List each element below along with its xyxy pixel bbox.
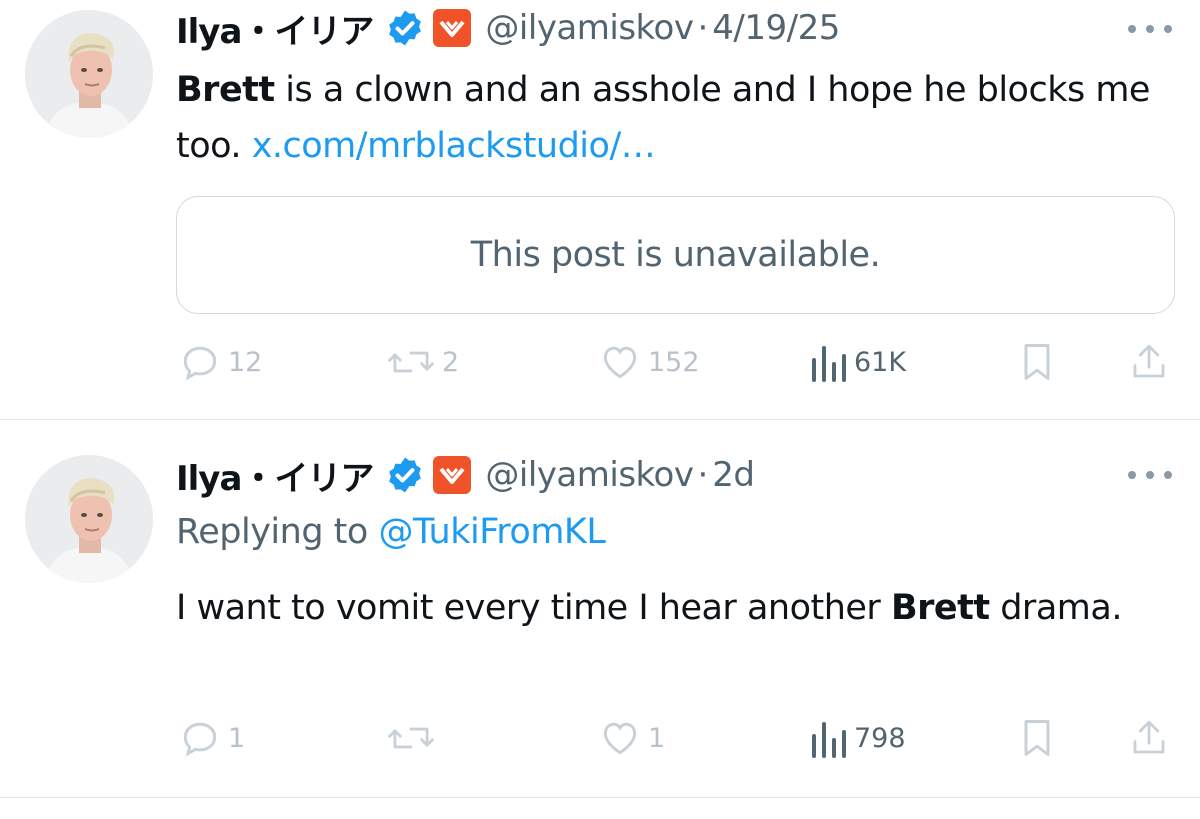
like-count: 1 (648, 722, 666, 754)
views-icon (812, 346, 846, 382)
replying-to-handle[interactable]: @TukiFromKL (378, 512, 605, 552)
views-button[interactable]: 61K (808, 340, 906, 384)
repost-button[interactable] (386, 716, 442, 760)
reply-count: 12 (228, 346, 263, 378)
affiliate-badge-icon[interactable] (433, 456, 472, 494)
share-icon (1133, 720, 1165, 754)
action-bar: 12 2 152 61K (0, 332, 1200, 392)
tweet-text: Brett is a clown and an asshole and I ho… (176, 62, 1156, 174)
action-bar: 1 1 798 (0, 708, 1200, 768)
display-name[interactable]: Ilya・イリア (176, 4, 374, 53)
more-icon[interactable] (1128, 22, 1172, 36)
reply-icon (183, 346, 217, 381)
separator: · (697, 8, 709, 48)
verified-icon[interactable] (385, 8, 425, 48)
share-button[interactable] (1128, 716, 1170, 760)
bold-mention: Brett (890, 588, 990, 628)
reply-count: 1 (228, 722, 246, 754)
tweet-text: I want to vomit every time I hear anothe… (176, 580, 1156, 636)
tweet-link[interactable]: x.com/mrblackstudio/… (252, 126, 656, 166)
quote-card-text: This post is unavailable. (470, 235, 881, 275)
views-icon (812, 722, 846, 758)
avatar[interactable] (25, 10, 153, 138)
separator: · (697, 455, 709, 495)
like-button[interactable]: 152 (598, 340, 700, 384)
handle[interactable]: @ilyamiskov (485, 455, 694, 495)
tweet-header: Ilya・イリア @ilyamiskov · 2d (176, 450, 755, 500)
bold-mention: Brett (176, 70, 275, 110)
repost-count: 2 (442, 346, 460, 378)
share-icon (1133, 344, 1165, 378)
reply-button[interactable]: 12 (178, 340, 262, 384)
bookmark-button[interactable] (1018, 340, 1056, 384)
timestamp[interactable]: 2d (712, 455, 755, 495)
more-icon[interactable] (1128, 468, 1172, 482)
views-count: 61K (854, 346, 907, 378)
like-count: 152 (648, 346, 700, 378)
reply-icon (183, 722, 217, 757)
like-icon (603, 722, 637, 755)
like-icon (603, 346, 637, 379)
views-button[interactable]: 798 (808, 716, 906, 760)
avatar-image (25, 455, 153, 583)
display-name[interactable]: Ilya・イリア (176, 451, 374, 500)
bookmark-button[interactable] (1018, 716, 1056, 760)
replying-to: Replying to @TukiFromKL (176, 512, 606, 552)
timestamp[interactable]: 4/19/25 (712, 8, 840, 48)
avatar-image (25, 10, 153, 138)
like-button[interactable]: 1 (598, 716, 665, 760)
affiliate-badge-icon[interactable] (433, 9, 472, 47)
avatar[interactable] (25, 455, 153, 583)
tweet-text-end: drama. (989, 588, 1122, 628)
repost-icon (388, 351, 434, 373)
bookmark-icon (1024, 344, 1050, 380)
repost-button[interactable]: 2 (386, 340, 459, 384)
handle[interactable]: @ilyamiskov (485, 8, 694, 48)
quote-card[interactable]: This post is unavailable. (176, 196, 1175, 314)
repost-icon (388, 727, 434, 749)
replying-to-label: Replying to (176, 512, 368, 552)
views-count: 798 (854, 722, 906, 754)
share-button[interactable] (1128, 340, 1170, 384)
verified-icon[interactable] (385, 455, 425, 495)
tweet-header: Ilya・イリア @ilyamiskov · 4/19/25 (176, 3, 840, 53)
bookmark-icon (1024, 720, 1050, 756)
reply-button[interactable]: 1 (178, 716, 245, 760)
tweet-text-body: I want to vomit every time I hear anothe… (176, 588, 891, 628)
